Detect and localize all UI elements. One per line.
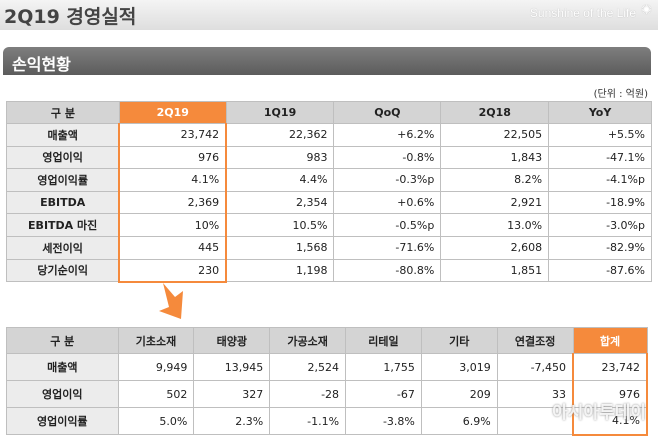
watermark: 아시아투데이 [552,403,646,423]
table-row: 영업이익 502 327 -28 -67 209 33 976 [6,380,648,408]
table-cell: 13.0% [440,213,550,237]
column-header: 구 분 [6,327,119,354]
table-cell: 22,505 [440,123,550,147]
table-cell: -28 [269,380,347,408]
table-row: 영업이익률 4.1% 4.4% -0.3%p 8.2% -4.1%p [6,168,652,192]
row-label: 매출액 [6,123,120,147]
table-cell: 1,843 [440,145,550,170]
page-title: 2Q19 경영실적 [4,6,137,28]
table-cell: 6.9% [420,407,498,435]
column-header: 기타 [420,327,498,354]
table-cell: 1,198 [225,258,335,283]
section-header: 손익현황 [3,47,651,75]
column-header: 연결조정 [496,327,574,354]
table-cell: -0.5%p [333,213,442,237]
table-row: 영업이익률 5.0% 2.3% -1.1% -3.8% 6.9% 4.1% [6,407,648,436]
section-title: 손익현황 [12,55,71,74]
column-header: 구 분 [6,101,120,124]
top-bar: 2Q19 경영실적 Sunshine of the Life ✺ [0,0,658,30]
table-cell: -1.1% [269,407,347,435]
table-cell: 2,608 [440,235,550,260]
brand-slogan: Sunshine of the Life [529,6,636,20]
table-cell: 4.1% [118,168,228,192]
table-cell: -67 [345,380,422,408]
row-label: EBITDA 마진 [6,213,120,237]
table-cell: -7,450 [496,353,574,381]
table-cell: 10.5% [225,213,335,237]
table-cell: 5.0% [117,407,195,435]
table-cell: -18.9% [548,190,652,215]
table-cell: 23,742 [572,353,648,381]
table-cell: -3.0%p [548,213,652,237]
row-label: 당기순이익 [6,258,120,283]
table-row: 영업이익 976 983 -0.8% 1,843 -47.1% [6,145,652,170]
table-cell: 230 [118,258,228,283]
column-header: 기초소재 [117,327,195,354]
table-cell: -71.6% [333,235,442,260]
table-row: 매출액 23,742 22,362 +6.2% 22,505 +5.5% [6,123,652,147]
row-label: 영업이익 [6,145,120,170]
table-cell: 1,568 [225,235,335,260]
table-row: 세전이익 445 1,568 -71.6% 2,608 -82.9% [6,235,652,260]
column-header: 가공소재 [269,327,347,354]
column-header: 1Q19 [225,101,335,124]
column-header: 태양광 [193,327,271,354]
table-cell: 13,945 [193,353,271,381]
row-label: 영업이익 [6,380,119,408]
table-row: 당기순이익 230 1,198 -80.8% 1,851 -87.6% [6,258,652,283]
table-cell: -0.8% [333,145,442,170]
income-table: 구 분 2Q19 1Q19 QoQ 2Q18 YoY 매출액 23,742 22,362 +6.… [6,101,652,283]
table-cell: -3.8% [345,407,422,435]
table-cell: 23,742 [118,123,228,147]
column-header: 합계 [572,327,648,354]
table-cell: 2,354 [225,190,335,215]
row-label: 매출액 [6,353,119,381]
column-header: 리테일 [345,327,422,354]
row-label: 영업이익률 [6,168,120,192]
table-cell: -82.9% [548,235,652,260]
table-cell: 3,019 [420,353,498,381]
table-header-row: 구 분 기초소재 태양광 가공소재 리테일 기타 연결조정 합계 [6,327,648,354]
table-cell: -47.1% [548,145,652,170]
table-cell: 10% [118,213,228,237]
table-cell: 8.2% [440,168,550,192]
table-cell: 4.4% [225,168,335,192]
table-cell: 2,524 [269,353,347,381]
column-header: 2Q18 [440,101,550,124]
table-cell: 2,369 [118,190,228,215]
table-cell: -80.8% [333,258,442,283]
table-cell: 1,755 [345,353,422,381]
column-header: 2Q19 [118,101,227,124]
table-row: EBITDA 2,369 2,354 +0.6% 2,921 -18.9% [6,190,652,215]
table-header-row: 구 분 2Q19 1Q19 QoQ 2Q18 YoY [6,101,652,124]
row-label: 영업이익률 [6,407,119,435]
row-label: 세전이익 [6,235,120,260]
table-cell: 976 [118,145,228,170]
table-cell: 1,851 [440,258,550,283]
table-cell: -0.3%p [333,168,442,192]
table-cell: -4.1%p [548,168,652,192]
table-cell: 445 [118,235,228,260]
table-cell: +6.2% [333,123,442,147]
table-cell: 2.3% [193,407,271,435]
table-cell: -87.6% [548,258,652,283]
table-cell: 502 [117,380,195,408]
table-cell: 9,949 [117,353,195,381]
table-cell: 209 [420,380,498,408]
table-row: EBITDA 마진 10% 10.5% -0.5%p 13.0% -3.0%p [6,213,652,237]
column-header: YoY [548,101,652,124]
table-cell: 2,921 [440,190,550,215]
table-row: 매출액 9,949 13,945 2,524 1,755 3,019 -7,450 23,74… [6,353,648,381]
down-arrow-icon [159,283,183,319]
sun-icon: ✺ [641,3,652,18]
table-cell: 983 [225,145,335,170]
table-cell: +5.5% [548,123,652,147]
table-cell: 327 [193,380,271,408]
unit-note: (단위 : 억원) [593,89,648,100]
column-header: QoQ [333,101,442,124]
table-cell: +0.6% [333,190,442,215]
row-label: EBITDA [6,190,120,215]
table-cell: 22,362 [225,123,335,147]
